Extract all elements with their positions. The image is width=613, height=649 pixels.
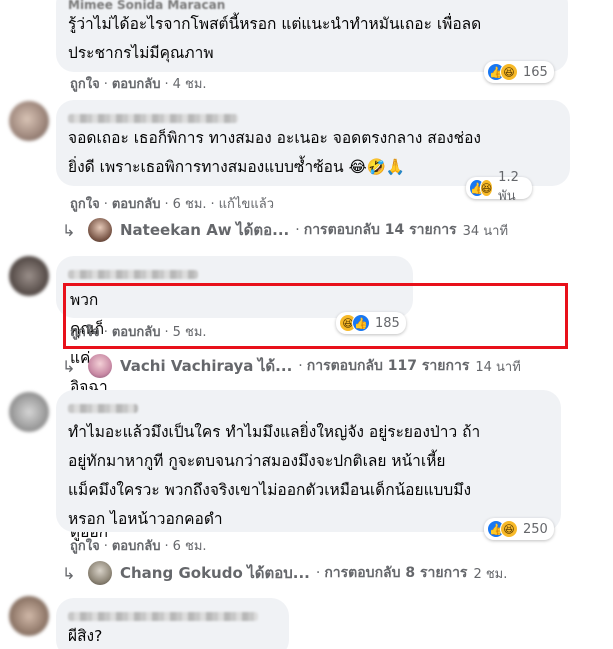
avatar (88, 354, 112, 378)
haha-icon: 😆 (500, 63, 518, 81)
comment-time[interactable]: 4 ชม. (173, 77, 207, 92)
avatar[interactable] (9, 596, 49, 636)
reply-action-text: ได้ตอบ... (247, 564, 310, 582)
reply-arrow-icon: ↳ (62, 220, 76, 240)
view-replies-row[interactable]: ↳ Nateekan Aw ได้ตอ... · การตอบกลับ 14 ร… (62, 218, 508, 242)
like-button[interactable]: ถูกใจ (70, 77, 100, 92)
haha-icon: 😆 (500, 520, 518, 538)
reply-count: การตอบกลับ 8 รายการ (324, 565, 468, 581)
avatar (88, 218, 112, 242)
reply-arrow-icon: ↳ (62, 563, 76, 583)
reaction-count: 165 (523, 64, 548, 80)
avatar[interactable] (9, 392, 49, 432)
view-replies-row[interactable]: ↳ Chang Gokudo ได้ตอบ... · การตอบกลับ 8 … (62, 561, 507, 585)
comment-author[interactable] (68, 108, 558, 124)
reply-time: 34 นาที (462, 223, 509, 239)
reply-button[interactable]: ตอบกลับ (112, 197, 161, 212)
reaction-count: 1.2 พัน (498, 170, 519, 204)
comment-actions: ถูกใจ · ตอบกลับ · 6 ชม. · แก้ไขแล้ว (70, 197, 274, 212)
reply-author-name: Nateekan Aw (120, 221, 232, 239)
reaction-count: 250 (523, 521, 548, 537)
reaction-summary[interactable]: 👍 😆 1.2 พัน (466, 170, 532, 204)
blurred-author-name (68, 114, 238, 123)
comment-actions: ถูกใจ · ตอบกลับ · 6 ชม. (70, 539, 207, 554)
avatar[interactable] (9, 101, 49, 141)
comment-author[interactable] (68, 264, 401, 280)
haha-icon: 😆 (479, 179, 494, 197)
edited-label[interactable]: แก้ไขแล้ว (219, 197, 274, 212)
comment-time[interactable]: 6 ชม. (173, 539, 207, 554)
comment-text: ผีสิง? (68, 627, 103, 645)
blurred-author-name (68, 612, 258, 621)
reply-count: การตอบกลับ 14 รายการ (303, 222, 457, 238)
comment-text: ทำไมอะแล้วมึงเป็นใคร ทำไมมึงแลยิ่งใหญ่จั… (68, 423, 481, 528)
view-replies-row[interactable]: ↳ Vachi Vachiraya ได้... · การตอบกลับ 11… (62, 354, 521, 378)
comment-text: รู้ว่าไม่ได้อะไรจากโพสต์นี้หรอก แต่แนะนำ… (68, 15, 482, 62)
comment-bubble: ผีสิง? (56, 598, 289, 649)
comment-author[interactable]: Mimee Sonida Maracan (68, 0, 556, 12)
reply-action-text: ได้... (257, 357, 293, 375)
blurred-author-name (68, 270, 198, 279)
avatar[interactable] (9, 256, 49, 296)
avatar (88, 561, 112, 585)
reply-author-name: Chang Gokudo (120, 564, 243, 582)
comment-actions: ถูกใจ · ตอบกลับ · 4 ชม. (70, 77, 207, 92)
comment-bubble: จอดเถอะ เธอก็พิการ ทางสมอง อะเนอะ จอดตรง… (56, 100, 570, 186)
comment-author[interactable] (68, 398, 549, 414)
reply-button[interactable]: ตอบกลับ (112, 539, 161, 554)
reaction-summary[interactable]: 👍 😆 250 (484, 518, 554, 540)
comment-text: จอดเถอะ เธอก็พิการ ทางสมอง อะเนอะ จอดตรง… (68, 129, 482, 176)
comment-author[interactable] (68, 606, 277, 622)
highlight-box (63, 283, 568, 349)
comment-time[interactable]: 6 ชม. (173, 197, 207, 212)
reply-time: 14 นาที (475, 359, 521, 375)
like-button[interactable]: ถูกใจ (70, 197, 100, 212)
reply-arrow-icon: ↳ (62, 356, 76, 376)
reply-action-text: ได้ตอ... (236, 221, 290, 239)
reaction-summary[interactable]: 👍 😆 165 (484, 61, 554, 83)
comment-bubble: ทำไมอะแล้วมึงเป็นใคร ทำไมมึงแลยิ่งใหญ่จั… (56, 390, 561, 532)
like-button[interactable]: ถูกใจ (70, 539, 100, 554)
reply-count: การตอบกลับ 117 รายการ (306, 358, 470, 374)
reply-button[interactable]: ตอบกลับ (112, 77, 161, 92)
reply-author-name: Vachi Vachiraya (120, 357, 254, 375)
blurred-author-name (68, 404, 138, 413)
reply-time: 2 ชม. (473, 566, 508, 582)
